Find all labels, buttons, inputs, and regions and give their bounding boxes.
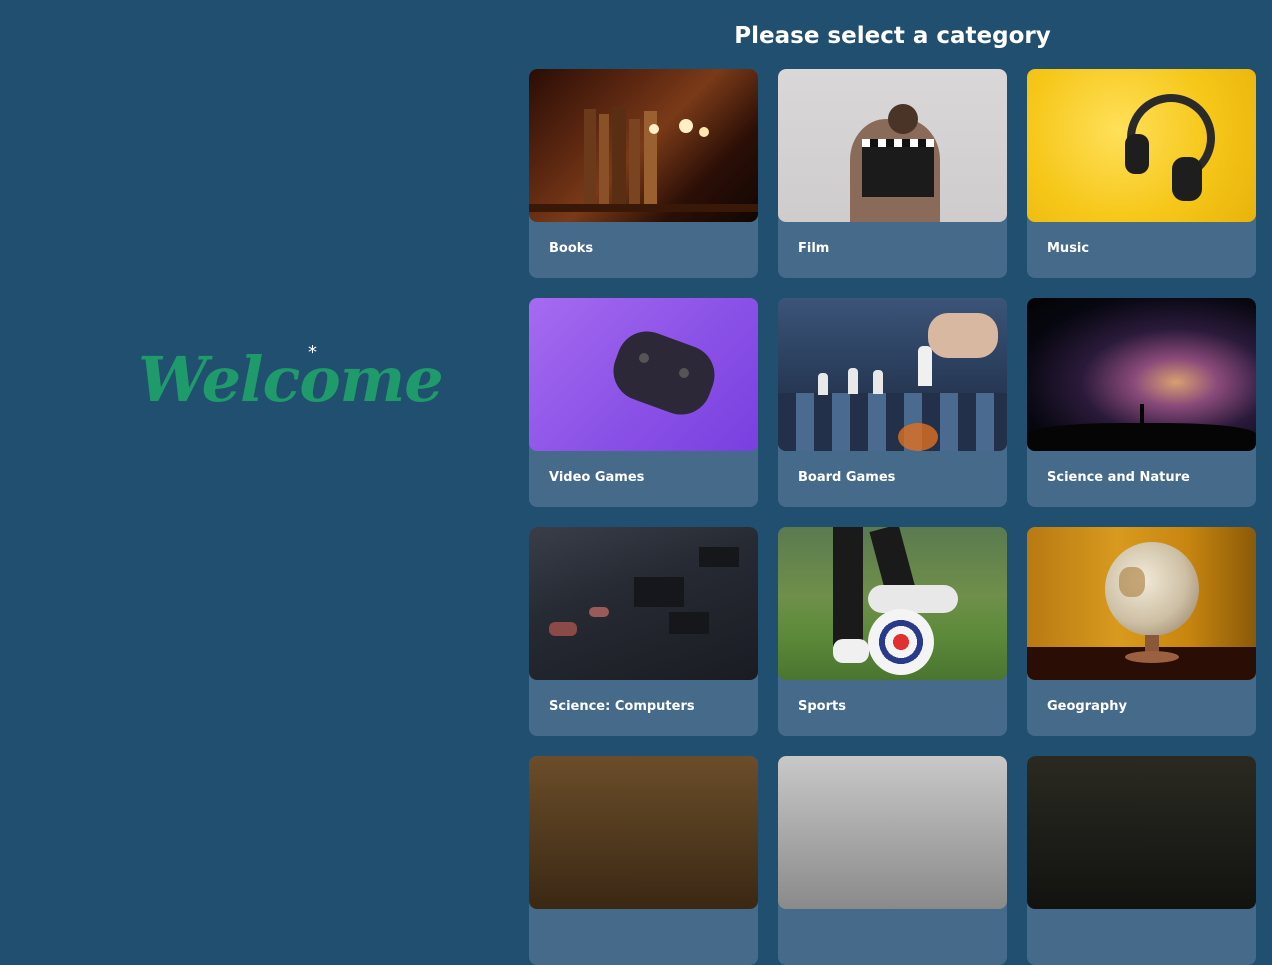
clapperboard-image <box>778 69 1007 222</box>
category-card-video-games[interactable]: Video Games <box>529 298 758 507</box>
category-card-partial-2[interactable] <box>778 756 1007 965</box>
category-label: Board Games <box>798 470 896 485</box>
chess-image <box>778 298 1007 451</box>
category-card-music[interactable]: Music <box>1027 69 1256 278</box>
category-card-sports[interactable]: Sports <box>778 527 1007 736</box>
category-card-board-games[interactable]: Board Games <box>778 298 1007 507</box>
category-grid: Books Film Music Video Games Board Games… <box>529 69 1256 965</box>
circuit-board-image <box>529 527 758 680</box>
category-card-geography[interactable]: Geography <box>1027 527 1256 736</box>
category-label: Video Games <box>549 470 645 485</box>
category-label: Film <box>798 241 830 256</box>
category-card-science-nature[interactable]: Science and Nature <box>1027 298 1256 507</box>
category-label: Sports <box>798 699 846 714</box>
category-card-partial-1[interactable] <box>529 756 758 965</box>
partial-image <box>778 756 1007 909</box>
page-title: Please select a category <box>734 23 1051 49</box>
category-label: Science: Computers <box>549 699 695 714</box>
soccer-ball-image <box>778 527 1007 680</box>
category-card-film[interactable]: Film <box>778 69 1007 278</box>
category-card-books[interactable]: Books <box>529 69 758 278</box>
category-label: Books <box>549 241 594 256</box>
galaxy-image <box>1027 298 1256 451</box>
partial-image <box>1027 756 1256 909</box>
welcome-text: Welcome <box>138 343 444 416</box>
category-label: Science and Nature <box>1047 470 1190 485</box>
welcome-logo: Welcome * <box>138 340 444 420</box>
welcome-star-mark: * <box>308 342 317 363</box>
category-label: Music <box>1047 241 1090 256</box>
category-card-science-computers[interactable]: Science: Computers <box>529 527 758 736</box>
globe-image <box>1027 527 1256 680</box>
headphones-image <box>1027 69 1256 222</box>
gamepad-image <box>529 298 758 451</box>
books-shelf-image <box>529 69 758 222</box>
category-card-partial-3[interactable] <box>1027 756 1256 965</box>
partial-image <box>529 756 758 909</box>
category-label: Geography <box>1047 699 1127 714</box>
